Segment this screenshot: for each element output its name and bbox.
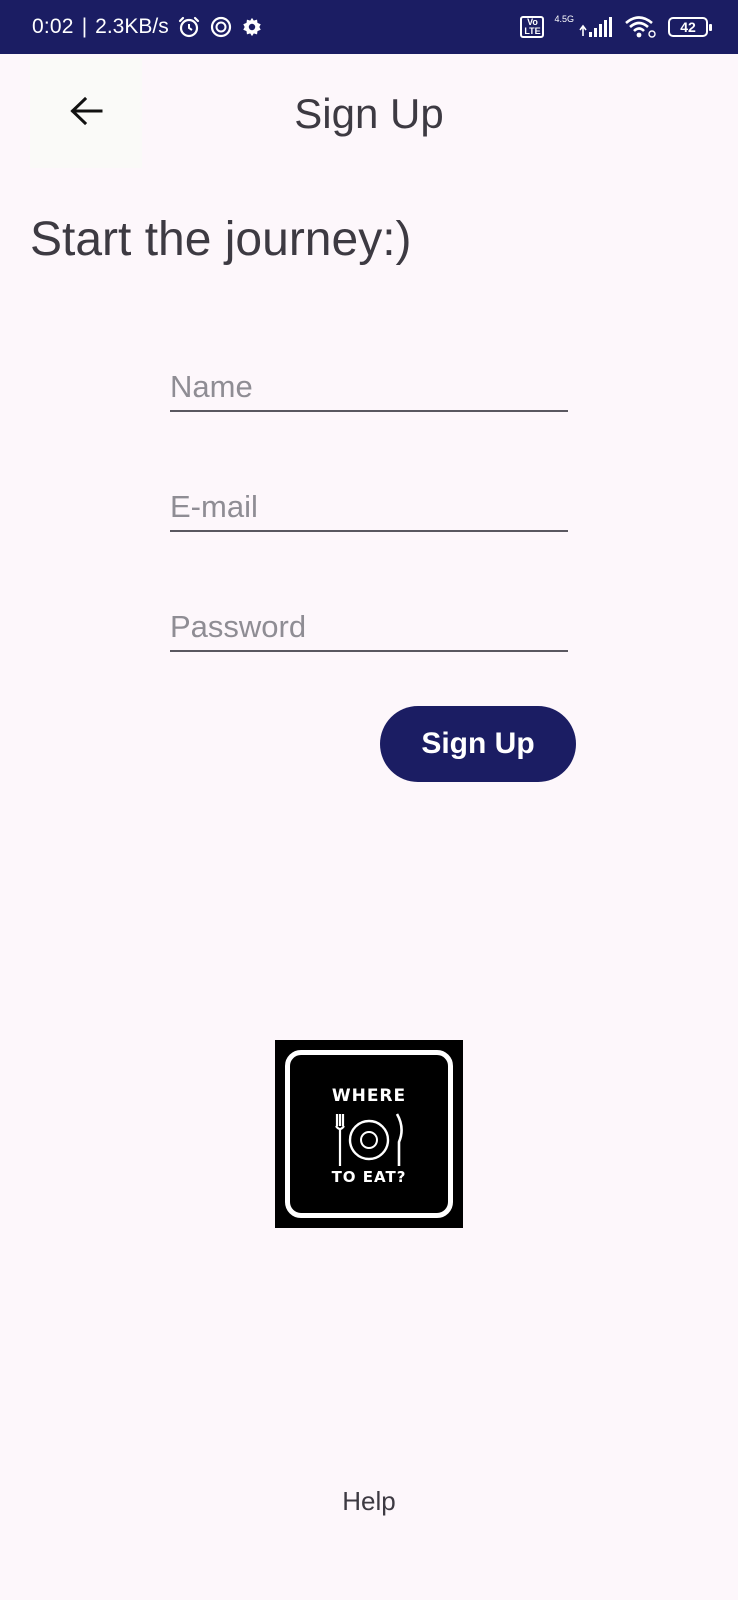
email-field[interactable] bbox=[170, 484, 568, 532]
password-field[interactable] bbox=[170, 604, 568, 652]
status-separator: | bbox=[81, 15, 88, 38]
help-link[interactable]: Help bbox=[0, 1486, 738, 1517]
signal-icon bbox=[578, 16, 614, 38]
network-speed: 2.3KB/s bbox=[95, 15, 169, 38]
network-generation: 4.5G bbox=[554, 14, 574, 24]
where-to-eat-logo: WHERE TO EAT? bbox=[275, 1040, 463, 1228]
sync-icon bbox=[209, 15, 233, 39]
status-right: Vo LTE 4.5G 42 bbox=[520, 0, 712, 54]
gear-icon bbox=[241, 16, 263, 38]
name-field[interactable] bbox=[170, 364, 568, 412]
sign-up-button[interactable]: Sign Up bbox=[380, 706, 576, 782]
logo-text-bottom: TO EAT? bbox=[331, 1168, 407, 1186]
wifi-icon bbox=[624, 15, 658, 39]
page-title: Sign Up bbox=[294, 90, 444, 137]
battery-icon: 42 bbox=[668, 17, 712, 37]
alarm-icon bbox=[177, 15, 201, 39]
journey-heading: Start the journey:) bbox=[30, 213, 412, 266]
status-bar: 0:02 | 2.3KB/s Vo LTE 4.5G 42 bbox=[0, 0, 738, 54]
plate-cutlery-icon bbox=[335, 1113, 403, 1166]
battery-level: 42 bbox=[680, 19, 696, 35]
volte-icon: Vo LTE bbox=[520, 16, 545, 38]
status-time: 0:02 bbox=[32, 15, 74, 38]
status-left: 0:02 | 2.3KB/s bbox=[32, 0, 263, 54]
logo-text-top: WHERE bbox=[331, 1086, 407, 1106]
